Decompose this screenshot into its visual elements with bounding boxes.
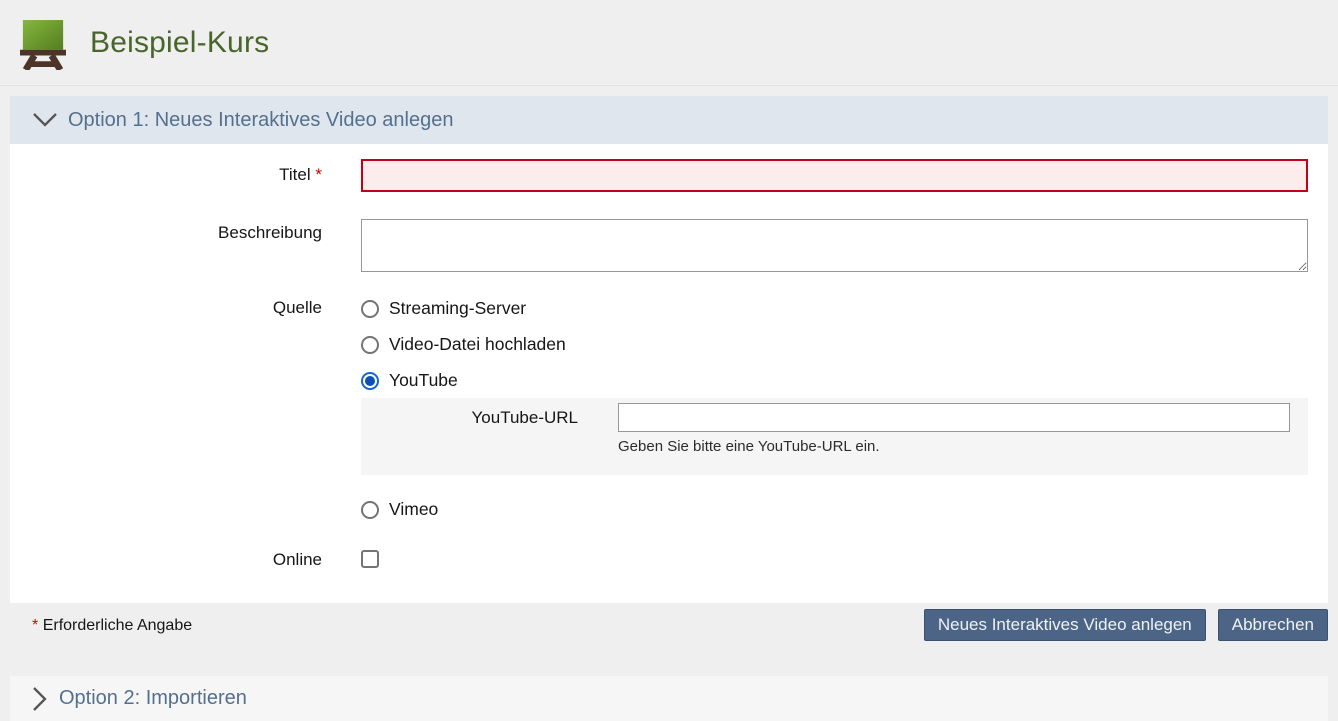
radio-icon[interactable] <box>361 501 379 519</box>
accordion-option1-label: Option 1: Neues Interaktives Video anleg… <box>68 109 453 132</box>
required-note: * Erforderliche Angabe <box>10 609 192 635</box>
online-checkbox[interactable] <box>361 550 379 568</box>
online-label: Online <box>10 550 361 573</box>
titel-input[interactable] <box>361 159 1308 192</box>
youtube-url-label: YouTube-URL <box>361 403 618 432</box>
cancel-button[interactable]: Abbrechen <box>1218 609 1328 641</box>
quelle-label: Quelle <box>10 298 361 520</box>
radio-option-video-datei-hochladen[interactable]: Video-Datei hochladen <box>361 334 1308 355</box>
youtube-url-subpanel: YouTube-URL Geben Sie bitte eine YouTube… <box>361 398 1308 475</box>
page-title: Beispiel-Kurs <box>90 26 269 60</box>
form-row-quelle: Quelle Streaming-Server Video-Datei hoch… <box>10 298 1328 520</box>
submit-button[interactable]: Neues Interaktives Video anlegen <box>924 609 1206 641</box>
form-row-titel: Titel * <box>10 159 1328 192</box>
radio-option-youtube[interactable]: YouTube <box>361 370 1308 391</box>
accordion-option1-header[interactable]: Option 1: Neues Interaktives Video anleg… <box>10 96 1328 144</box>
youtube-url-input[interactable] <box>618 403 1290 432</box>
beschreibung-label: Beschreibung <box>10 219 361 272</box>
page-header: Beispiel-Kurs <box>0 0 1338 86</box>
radio-icon[interactable] <box>361 336 379 354</box>
chevron-right-icon <box>32 686 49 712</box>
radio-option-vimeo[interactable]: Vimeo <box>361 499 1308 520</box>
beschreibung-textarea[interactable] <box>361 219 1308 272</box>
accordion-option2-label: Option 2: Importieren <box>59 687 247 710</box>
form-row-beschreibung: Beschreibung <box>10 219 1328 272</box>
radio-option-streaming-server[interactable]: Streaming-Server <box>361 298 1308 319</box>
radio-icon-selected[interactable] <box>361 372 379 390</box>
form-row-online: Online <box>10 550 1328 573</box>
youtube-url-hint: Geben Sie bitte eine YouTube-URL ein. <box>618 438 1308 455</box>
chevron-down-icon <box>32 112 58 128</box>
required-asterisk: * <box>32 617 38 634</box>
form-footer: * Erforderliche Angabe Neues Interaktive… <box>10 609 1328 641</box>
course-easel-icon <box>20 18 66 70</box>
required-asterisk: * <box>315 165 322 184</box>
accordion-option2-header[interactable]: Option 2: Importieren <box>10 676 1328 721</box>
titel-label: Titel * <box>10 159 361 192</box>
new-video-form: Titel * Beschreibung Quelle Streaming-Se… <box>10 144 1328 603</box>
radio-icon[interactable] <box>361 300 379 318</box>
